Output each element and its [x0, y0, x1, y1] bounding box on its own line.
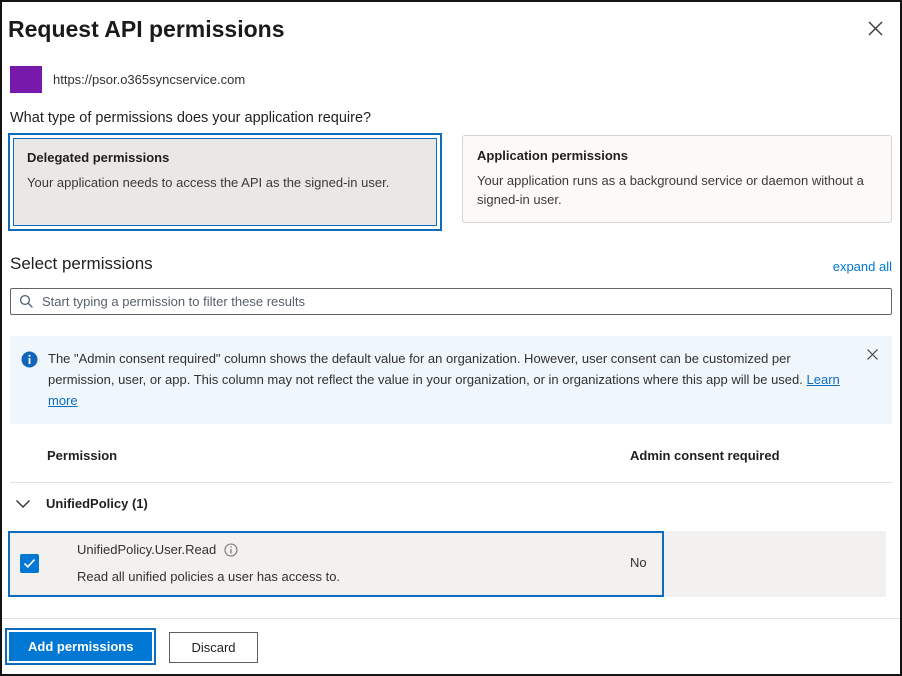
permission-checkbox[interactable] — [20, 554, 39, 573]
expand-all-link[interactable]: expand all — [833, 259, 892, 274]
app-logo-icon — [10, 66, 42, 93]
discard-button[interactable]: Discard — [169, 632, 257, 663]
permissions-table-header: Permission Admin consent required — [10, 446, 892, 483]
permission-name: UnifiedPolicy.User.Read — [77, 542, 216, 557]
admin-consent-value: No — [630, 555, 647, 570]
permission-type-cards: Delegated permissions Your application n… — [8, 133, 892, 231]
select-permissions-heading: Select permissions — [10, 254, 153, 274]
close-icon[interactable] — [867, 20, 884, 37]
search-input[interactable] — [10, 288, 892, 315]
api-identity: https://psor.o365syncservice.com — [10, 66, 892, 93]
delegated-permissions-description: Your application needs to access the API… — [27, 174, 423, 193]
permission-group-label: UnifiedPolicy (1) — [46, 496, 148, 511]
column-permission: Permission — [47, 448, 117, 463]
info-banner: The "Admin consent required" column show… — [10, 336, 892, 424]
application-permissions-card[interactable]: Application permissions Your application… — [462, 135, 892, 223]
add-permissions-focus-ring: Add permissions — [5, 628, 156, 665]
api-url: https://psor.o365syncservice.com — [53, 72, 245, 87]
page-title: Request API permissions — [2, 2, 900, 43]
delegated-permissions-title: Delegated permissions — [27, 150, 423, 165]
permission-info-icon[interactable] — [224, 543, 238, 557]
column-admin-consent: Admin consent required — [630, 448, 780, 463]
banner-close-icon[interactable] — [866, 348, 879, 361]
permission-group-unifiedpolicy[interactable]: UnifiedPolicy (1) — [10, 496, 892, 511]
row-focus-border — [8, 531, 664, 597]
permission-type-question: What type of permissions does your appli… — [10, 110, 892, 126]
application-permissions-description: Your application runs as a background se… — [477, 172, 877, 210]
chevron-down-icon — [15, 499, 31, 509]
search-icon — [19, 294, 34, 309]
table-row[interactable]: UnifiedPolicy.User.Read Read all unified… — [8, 531, 886, 597]
permission-description: Read all unified policies a user has acc… — [77, 569, 340, 584]
info-icon — [21, 351, 38, 368]
application-permissions-title: Application permissions — [477, 148, 877, 163]
add-permissions-button[interactable]: Add permissions — [9, 632, 152, 661]
delegated-permissions-card[interactable]: Delegated permissions Your application n… — [8, 133, 442, 231]
request-api-permissions-dialog: { "dialog": { "title": "Request API perm… — [0, 0, 902, 676]
info-banner-text: The "Admin consent required" column show… — [48, 349, 852, 411]
footer-bar: Add permissions Discard — [2, 618, 900, 674]
